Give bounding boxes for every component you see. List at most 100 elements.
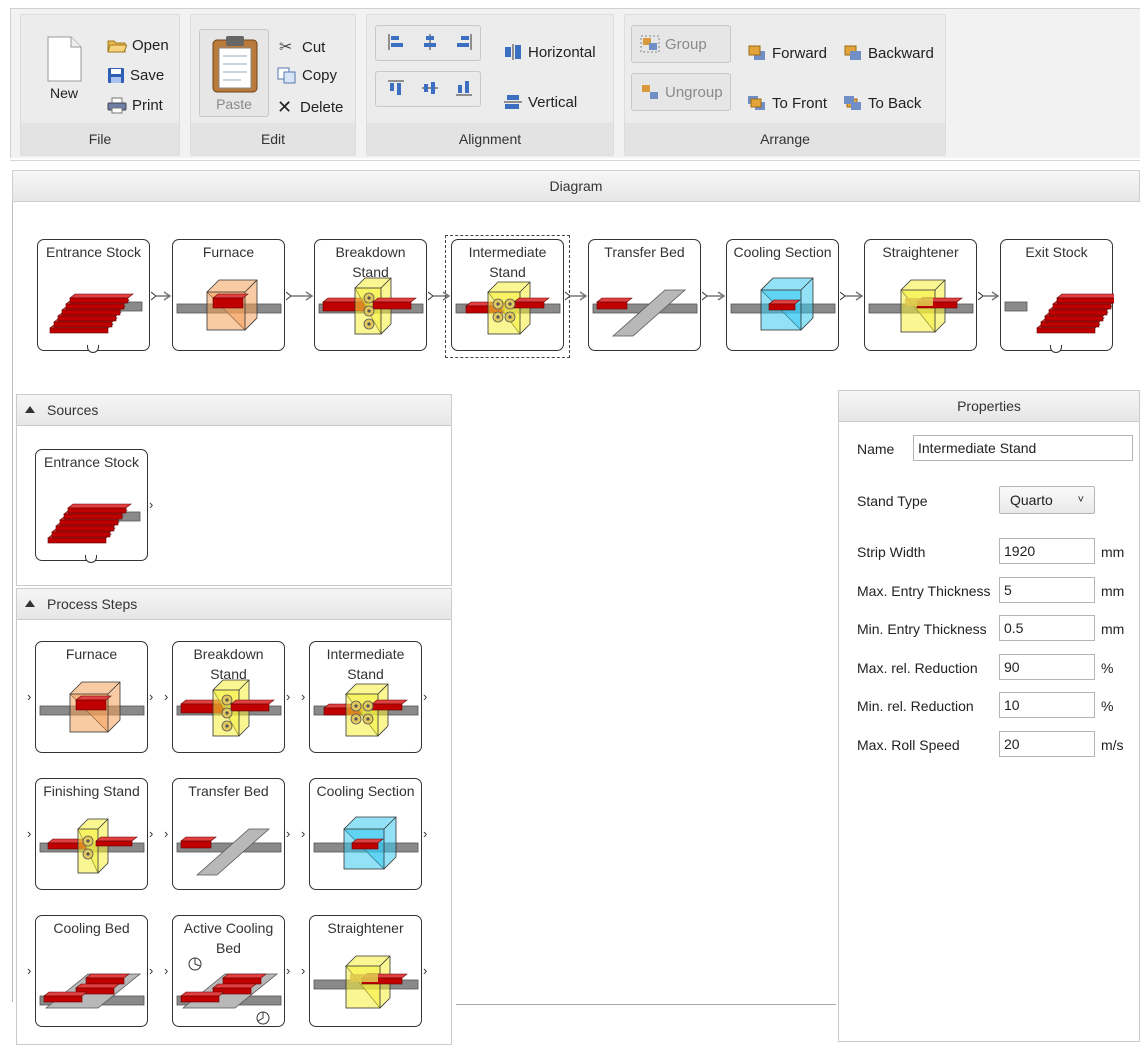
- node-finishing-stand[interactable]: Finishing Stand: [35, 778, 148, 890]
- distribute-vertical-icon: [504, 95, 522, 109]
- print-button[interactable]: Print: [107, 97, 163, 114]
- open-button[interactable]: Open: [107, 37, 169, 54]
- node-title-line: Cooling Section: [316, 783, 415, 799]
- property-unit: mm: [1101, 582, 1125, 599]
- input-port-icon[interactable]: ›: [27, 689, 31, 704]
- connector-arrow[interactable]: [285, 289, 314, 301]
- output-port-icon[interactable]: ›: [423, 689, 427, 704]
- node-exit-stock[interactable]: Exit Stock: [1000, 239, 1114, 351]
- node-entrance-stock[interactable]: Entrance Stock: [37, 239, 150, 351]
- sources-panel-header[interactable]: Sources: [16, 394, 452, 426]
- node-straightener[interactable]: Straightener: [864, 239, 977, 351]
- connector-arrow[interactable]: [150, 289, 172, 301]
- node-entrance-stock[interactable]: Entrance Stock: [35, 449, 148, 561]
- distribute-horizontal-button[interactable]: Horizontal: [503, 43, 596, 61]
- canvas-bottom-line: [456, 1004, 836, 1005]
- node-transfer-bed[interactable]: Transfer Bed: [172, 778, 285, 890]
- diagram-left-border: [12, 202, 13, 1002]
- input-port-icon[interactable]: ›: [301, 963, 305, 978]
- node-title: Breakdown Stand: [315, 242, 426, 282]
- backward-label: Backward: [868, 44, 934, 62]
- output-port-icon[interactable]: ›: [149, 497, 153, 512]
- node-cooling-section[interactable]: Cooling Section: [309, 778, 422, 890]
- forward-label: Forward: [772, 44, 828, 62]
- node-transfer-bed[interactable]: Transfer Bed: [588, 239, 701, 351]
- property-value-input[interactable]: 1920: [999, 538, 1095, 564]
- bring-to-front-button[interactable]: To Front: [747, 94, 827, 112]
- node-straightener[interactable]: Straightener: [309, 915, 422, 1027]
- output-port-icon[interactable]: ›: [423, 963, 427, 978]
- node-title: Furnace: [36, 644, 147, 664]
- align-middle-icon[interactable]: [421, 79, 439, 97]
- send-backward-icon: [844, 45, 861, 60]
- input-port-icon[interactable]: ›: [164, 826, 168, 841]
- connector-arrow[interactable]: [701, 289, 726, 301]
- align-right-icon[interactable]: [455, 33, 473, 51]
- to-back-label: To Back: [868, 94, 922, 112]
- edit-group: Paste ✂ Cut Copy ✕ Delete Edit: [190, 14, 356, 156]
- align-center-icon[interactable]: [421, 33, 439, 51]
- group-button[interactable]: Group: [631, 25, 731, 63]
- send-to-back-button[interactable]: To Back: [843, 94, 921, 112]
- node-intermediate-stand[interactable]: Intermediate Stand: [309, 641, 422, 753]
- node-title: Intermediate Stand: [310, 644, 421, 684]
- node-title-line: Bed: [216, 940, 241, 956]
- node-furnace[interactable]: Furnace: [172, 239, 285, 351]
- node-breakdown-stand[interactable]: Breakdown Stand: [172, 641, 285, 753]
- property-unit: mm: [1101, 621, 1125, 638]
- diagram-header: Diagram: [12, 170, 1140, 202]
- alignment-group-label: Alignment: [367, 123, 613, 155]
- save-button[interactable]: Save: [107, 67, 164, 84]
- delete-button[interactable]: ✕ Delete: [277, 97, 343, 118]
- output-port-icon[interactable]: ›: [149, 963, 153, 978]
- distribute-vertical-button[interactable]: Vertical: [503, 93, 577, 111]
- node-active-cooling-bed[interactable]: Active Cooling Bed: [172, 915, 285, 1027]
- node-cooling-bed[interactable]: Cooling Bed: [35, 915, 148, 1027]
- input-port-icon[interactable]: ›: [301, 826, 305, 841]
- node-cooling-section[interactable]: Cooling Section: [726, 239, 839, 351]
- input-port-icon[interactable]: ›: [164, 963, 168, 978]
- node-title-line: Transfer Bed: [604, 244, 685, 260]
- connector-arrow[interactable]: [839, 289, 864, 301]
- output-port-icon[interactable]: ›: [286, 826, 290, 841]
- collapse-triangle-icon[interactable]: [25, 406, 35, 413]
- stand-type-select[interactable]: Quarto ˅: [999, 486, 1095, 514]
- node-title-line: Active Cooling: [183, 920, 274, 936]
- input-port-icon[interactable]: ›: [301, 689, 305, 704]
- node-title-line: Cooling Bed: [53, 920, 130, 936]
- node-breakdown-stand[interactable]: Breakdown Stand: [314, 239, 427, 351]
- align-bottom-icon[interactable]: [455, 79, 473, 97]
- node-title: Finishing Stand: [36, 781, 147, 801]
- property-value-input[interactable]: 0.5: [999, 615, 1095, 642]
- property-unit: mm: [1101, 544, 1125, 560]
- process-steps-panel-header[interactable]: Process Steps: [16, 588, 452, 620]
- ungroup-button[interactable]: Ungroup: [631, 73, 731, 111]
- new-label: New: [49, 85, 78, 101]
- input-port-icon[interactable]: ›: [27, 826, 31, 841]
- output-port-icon[interactable]: ›: [286, 689, 290, 704]
- bring-forward-button[interactable]: Forward: [747, 44, 827, 62]
- property-value-input[interactable]: 20: [999, 731, 1095, 757]
- property-value-input[interactable]: 5: [999, 576, 1095, 603]
- output-port-icon[interactable]: ›: [286, 963, 290, 978]
- name-input[interactable]: Intermediate Stand: [913, 435, 1133, 461]
- input-port-icon[interactable]: ›: [27, 963, 31, 978]
- paste-button[interactable]: Paste: [199, 29, 269, 117]
- input-port-icon[interactable]: ›: [164, 689, 168, 704]
- align-left-icon[interactable]: [387, 33, 405, 51]
- send-backward-button[interactable]: Backward: [843, 44, 934, 62]
- collapse-triangle-icon[interactable]: [25, 600, 35, 607]
- node-furnace[interactable]: Furnace: [35, 641, 148, 753]
- output-port-icon[interactable]: ›: [149, 689, 153, 704]
- to-front-label: To Front: [772, 94, 828, 112]
- output-port-icon[interactable]: ›: [423, 826, 427, 841]
- output-port-icon[interactable]: ›: [149, 826, 153, 841]
- cut-button[interactable]: ✂ Cut: [279, 37, 325, 57]
- new-button[interactable]: New: [45, 35, 83, 101]
- align-top-icon[interactable]: [387, 79, 405, 97]
- node-title-line: Entrance Stock: [46, 244, 141, 260]
- connector-arrow[interactable]: [977, 289, 1000, 301]
- property-value-input[interactable]: 10: [999, 692, 1095, 719]
- property-value-input[interactable]: 90: [999, 653, 1095, 680]
- copy-button[interactable]: Copy: [277, 67, 337, 84]
